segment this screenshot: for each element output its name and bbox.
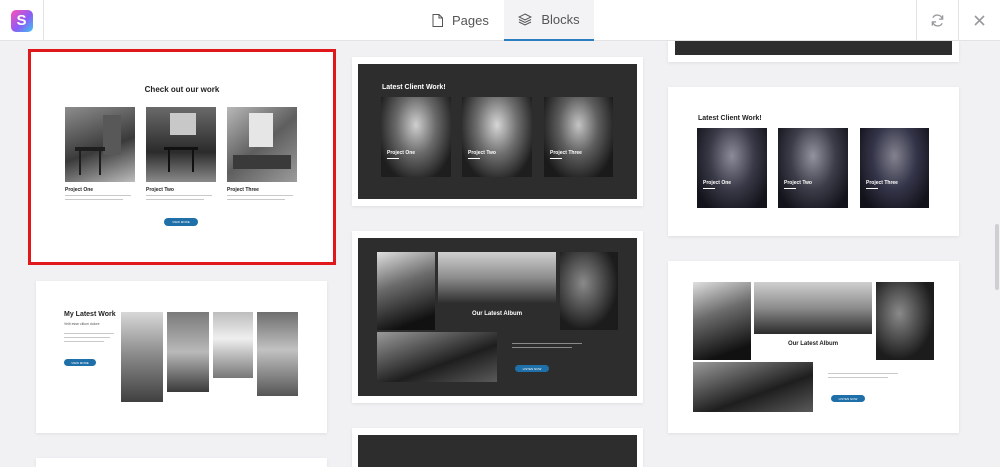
project-name: Project Two xyxy=(146,187,174,193)
underline xyxy=(703,188,715,189)
block-title: Latest Client Work! xyxy=(698,115,762,122)
block-card-album-light[interactable]: Our Latest Album LISTEN NOW xyxy=(668,261,959,433)
album-image xyxy=(693,362,813,412)
portrait-image xyxy=(697,128,767,208)
underline xyxy=(387,158,399,159)
text-line xyxy=(227,199,285,200)
text-line xyxy=(828,377,888,378)
album-image xyxy=(693,282,751,360)
block-subtitle: Velit esse cillum dolore xyxy=(64,322,100,326)
block-title: Latest Client Work! xyxy=(382,84,446,91)
project-name: Project One xyxy=(387,150,416,156)
view-more-button: VIEW MORE xyxy=(164,218,198,226)
album-image xyxy=(377,332,497,382)
listen-now-button: LISTEN NOW xyxy=(515,365,549,372)
tab-pages[interactable]: Pages xyxy=(432,0,504,41)
text-line xyxy=(65,199,123,200)
block-card-client-light[interactable]: Latest Client Work! Project One Project … xyxy=(668,87,959,236)
block-card-client-dark[interactable]: Latest Client Work! Project One Project … xyxy=(352,57,643,206)
text-line xyxy=(64,341,104,342)
block-card-partial[interactable] xyxy=(668,41,959,62)
block-title: My Latest Work xyxy=(64,311,116,318)
work-image xyxy=(167,312,209,392)
project-name: Project Two xyxy=(468,150,496,156)
layers-icon xyxy=(518,13,533,26)
portrait-image xyxy=(860,128,929,208)
close-icon xyxy=(974,15,985,26)
project-image xyxy=(65,107,135,182)
text-line xyxy=(65,195,131,196)
work-image xyxy=(257,312,298,396)
logo-container: S xyxy=(0,0,44,41)
page-icon xyxy=(432,14,443,27)
project-name: Project One xyxy=(703,180,732,186)
text-line xyxy=(146,195,212,196)
view-more-button: VIEW MORE xyxy=(64,359,96,366)
project-image xyxy=(227,107,297,182)
album-image xyxy=(560,252,618,330)
app-logo: S xyxy=(10,9,33,32)
block-card-album-dark[interactable]: Our Latest Album LISTEN NOW xyxy=(352,231,643,403)
text-line xyxy=(64,337,110,338)
tab-blocks-label: Blocks xyxy=(541,12,580,27)
text-line xyxy=(512,343,582,344)
project-name: Project Three xyxy=(866,180,898,186)
work-image xyxy=(213,312,253,378)
portrait-image xyxy=(778,128,848,208)
dark-panel xyxy=(358,435,637,467)
album-title: Our Latest Album xyxy=(787,341,839,347)
project-name: Project Three xyxy=(550,150,582,156)
close-button[interactable] xyxy=(958,0,1000,41)
underline xyxy=(866,188,878,189)
block-card-partial[interactable] xyxy=(352,428,643,467)
block-card-work[interactable]: Check out our work Project One Project T… xyxy=(28,49,336,265)
portrait-image xyxy=(544,97,613,177)
project-name: Project Two xyxy=(784,180,812,186)
refresh-icon xyxy=(931,14,944,27)
portrait-image xyxy=(462,97,532,177)
text-line xyxy=(227,195,293,196)
top-bar: S Pages Blocks xyxy=(0,0,1000,41)
album-image xyxy=(754,282,872,334)
listen-now-button: LISTEN NOW xyxy=(831,395,865,402)
project-name: Project One xyxy=(65,187,94,193)
scrollbar-thumb[interactable] xyxy=(995,224,999,290)
work-image xyxy=(121,312,163,402)
tab-blocks[interactable]: Blocks xyxy=(504,0,594,41)
dark-panel xyxy=(675,41,952,55)
text-line xyxy=(828,373,898,374)
project-image xyxy=(146,107,216,182)
portrait-image xyxy=(381,97,451,177)
refresh-button[interactable] xyxy=(916,0,958,41)
text-line xyxy=(146,199,204,200)
underline xyxy=(468,158,480,159)
block-card-partial[interactable] xyxy=(36,458,327,467)
text-line xyxy=(512,347,572,348)
text-line xyxy=(64,333,114,334)
album-image xyxy=(438,252,556,304)
underline xyxy=(784,188,796,189)
tab-pages-label: Pages xyxy=(452,13,489,28)
project-name: Project Three xyxy=(227,187,259,193)
underline xyxy=(550,158,562,159)
block-card-my-work[interactable]: My Latest Work Velit esse cillum dolore … xyxy=(36,281,327,433)
album-image xyxy=(377,252,435,330)
block-title: Check out our work xyxy=(144,85,220,94)
album-title: Our Latest Album xyxy=(471,311,523,317)
album-image xyxy=(876,282,934,360)
